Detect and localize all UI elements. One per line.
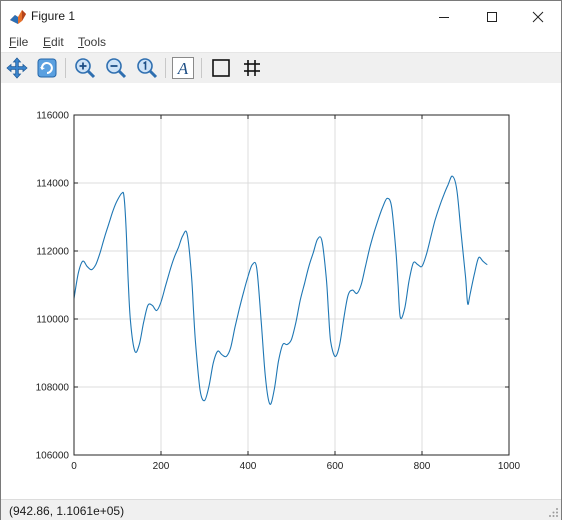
status-bar: (942.86, 1.1061e+05)	[1, 499, 561, 520]
x-tick-label: 0	[71, 461, 77, 472]
y-tick-label: 108000	[36, 383, 70, 394]
y-tick-label: 106000	[36, 451, 70, 462]
pan-button[interactable]	[5, 56, 29, 80]
zoom-in-button[interactable]	[73, 56, 97, 80]
y-tick-label: 116000	[36, 111, 69, 122]
menu-edit-label: dit	[51, 35, 64, 49]
toolbar-separator	[65, 58, 66, 78]
figure-canvas[interactable]: 0 200 400 600 800 1000 106000 108000 110000 11200…	[1, 83, 561, 499]
zoom-in-icon	[75, 58, 96, 79]
figure-toolbar: A	[1, 52, 561, 84]
x-tick-label: 200	[153, 461, 170, 472]
matlab-figure-icon	[10, 10, 26, 24]
x-tick-label: 600	[327, 461, 344, 472]
rotate-icon	[37, 58, 57, 78]
plot-area	[74, 115, 509, 455]
axes-box-button[interactable]	[209, 56, 233, 80]
pan-icon	[6, 57, 28, 79]
close-icon	[532, 11, 544, 22]
toolbar-separator	[165, 58, 166, 78]
maximize-button[interactable]	[469, 1, 515, 32]
menu-bar: File Edit Tools	[1, 32, 561, 52]
zoom-reset-button[interactable]	[135, 56, 159, 80]
toolbar-separator	[201, 58, 202, 78]
menu-file-label: ile	[16, 35, 29, 49]
menu-file[interactable]: File	[9, 35, 28, 49]
axes-box-icon	[212, 59, 230, 77]
close-button[interactable]	[515, 1, 561, 32]
resize-grip-icon[interactable]	[549, 508, 559, 518]
title-bar[interactable]: Figure 1	[1, 1, 561, 32]
svg-text:A: A	[177, 59, 189, 78]
minimize-icon	[439, 16, 449, 18]
grid-button[interactable]	[240, 56, 264, 80]
menu-edit[interactable]: Edit	[43, 35, 64, 49]
window-title: Figure 1	[31, 9, 76, 23]
maximize-icon	[487, 11, 497, 22]
y-tick-label: 114000	[36, 179, 69, 190]
y-tick-label: 112000	[36, 247, 69, 258]
line-plot[interactable]: 0 200 400 600 800 1000 106000 108000 110000 11200…	[1, 83, 561, 499]
grid-icon	[244, 60, 260, 76]
menu-tools-label: ools	[84, 35, 107, 49]
x-tick-label: 1000	[498, 461, 521, 472]
menu-tools[interactable]: Tools	[78, 35, 106, 49]
x-tick-label: 800	[414, 461, 431, 472]
x-tick-label: 400	[240, 461, 257, 472]
rotate-button[interactable]	[35, 56, 59, 80]
minimize-button[interactable]	[421, 1, 467, 32]
zoom-out-button[interactable]	[104, 56, 128, 80]
text-insert-button[interactable]: A	[171, 56, 195, 80]
figure-window: Figure 1 File Edit Tools A 0 200 400 600…	[0, 0, 562, 520]
y-tick-label: 110000	[36, 315, 69, 326]
cursor-coordinates: (942.86, 1.1061e+05)	[9, 504, 125, 518]
zoom-out-icon	[106, 58, 127, 79]
zoom-reset-icon	[137, 58, 158, 79]
text-insert-icon: A	[172, 57, 194, 79]
menu-edit-mnemonic: E	[43, 35, 52, 49]
